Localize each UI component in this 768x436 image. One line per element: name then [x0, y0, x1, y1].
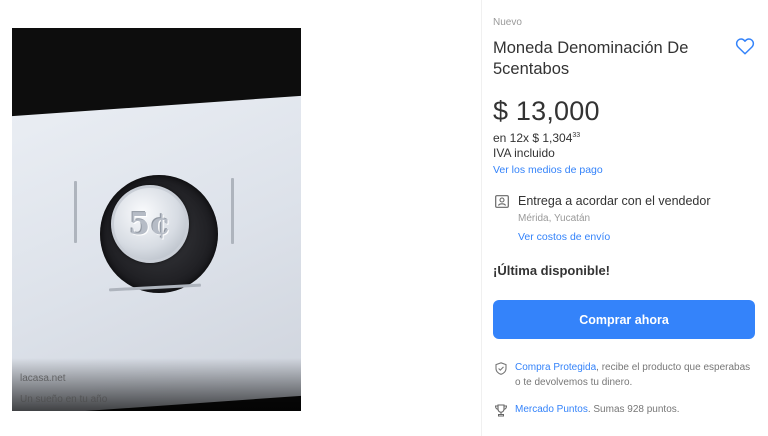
coin: 5¢	[111, 185, 189, 263]
purchase-protection: Compra Protegida, recibe el producto que…	[515, 360, 755, 390]
holder-slit-right	[231, 178, 234, 244]
stock-note: ¡Última disponible!	[493, 263, 610, 278]
delivery-title: Entrega a acordar con el vendedor	[518, 194, 711, 208]
shipping-costs-link[interactable]: Ver costos de envío	[518, 231, 610, 243]
condition-label: Nuevo	[493, 17, 522, 28]
payment-methods-link[interactable]: Ver los medios de pago	[493, 164, 603, 176]
product-photo[interactable]: 5¢ lacasa.net Un sueño en tu año	[12, 28, 301, 411]
price: $ 13,000	[493, 96, 600, 126]
loyalty-points: Mercado Puntos. Sumas 928 puntos.	[515, 404, 680, 415]
loyalty-points-link[interactable]: Mercado Puntos	[515, 404, 588, 415]
product-title: Moneda Denominación De 5centabos	[493, 39, 689, 78]
installments-amount: en 12x $ 1,304	[493, 131, 573, 145]
column-divider	[481, 0, 482, 436]
loyalty-points-text: . Sumas 928 puntos.	[587, 404, 680, 415]
photo-watermark-line1: lacasa.net	[20, 373, 66, 384]
heart-icon[interactable]	[735, 37, 755, 55]
trophy-icon	[494, 404, 508, 417]
buy-now-button[interactable]: Comprar ahora	[493, 300, 755, 339]
person-card-icon	[495, 195, 509, 208]
holder-slit-left	[74, 181, 77, 243]
tax-note: IVA incluido	[493, 146, 555, 160]
shield-check-icon	[495, 362, 507, 375]
purchase-protection-link[interactable]: Compra Protegida	[515, 362, 596, 373]
photo-watermark-line2: Un sueño en tu año	[20, 394, 108, 405]
installments-cents: 33	[572, 132, 581, 139]
delivery-location: Mérida, Yucatán	[518, 213, 591, 224]
installments: en 12x $ 1,30433	[493, 131, 580, 145]
